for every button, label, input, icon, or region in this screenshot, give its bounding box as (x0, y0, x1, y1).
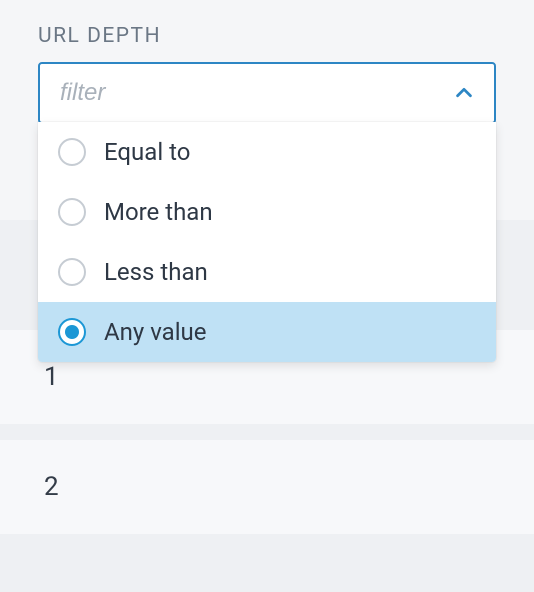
filter-combo: Equal to More than Less than Any value (38, 62, 496, 124)
filter-option-label: Any value (104, 318, 207, 346)
filter-option-more-than[interactable]: More than (38, 182, 496, 242)
filter-option-label: Equal to (104, 138, 190, 166)
radio-icon (58, 138, 86, 166)
filter-input[interactable] (60, 79, 450, 107)
row-value: 1 (44, 362, 59, 392)
chevron-up-icon[interactable] (450, 79, 478, 107)
table-row[interactable]: 2 (0, 440, 534, 534)
filter-option-label: Less than (104, 258, 208, 286)
filter-combo-input-wrap[interactable] (38, 62, 496, 124)
filter-option-any-value[interactable]: Any value (38, 302, 496, 362)
filter-section-label: URL DEPTH (38, 24, 496, 48)
filter-panel: URL DEPTH Equal to More than Less than (0, 0, 534, 220)
row-gap (0, 424, 534, 440)
radio-icon (58, 198, 86, 226)
radio-icon (58, 258, 86, 286)
radio-icon (58, 318, 86, 346)
filter-dropdown: Equal to More than Less than Any value (38, 122, 496, 362)
filter-option-less-than[interactable]: Less than (38, 242, 496, 302)
filter-option-label: More than (104, 198, 213, 226)
row-value: 2 (44, 472, 59, 502)
filter-option-equal-to[interactable]: Equal to (38, 122, 496, 182)
